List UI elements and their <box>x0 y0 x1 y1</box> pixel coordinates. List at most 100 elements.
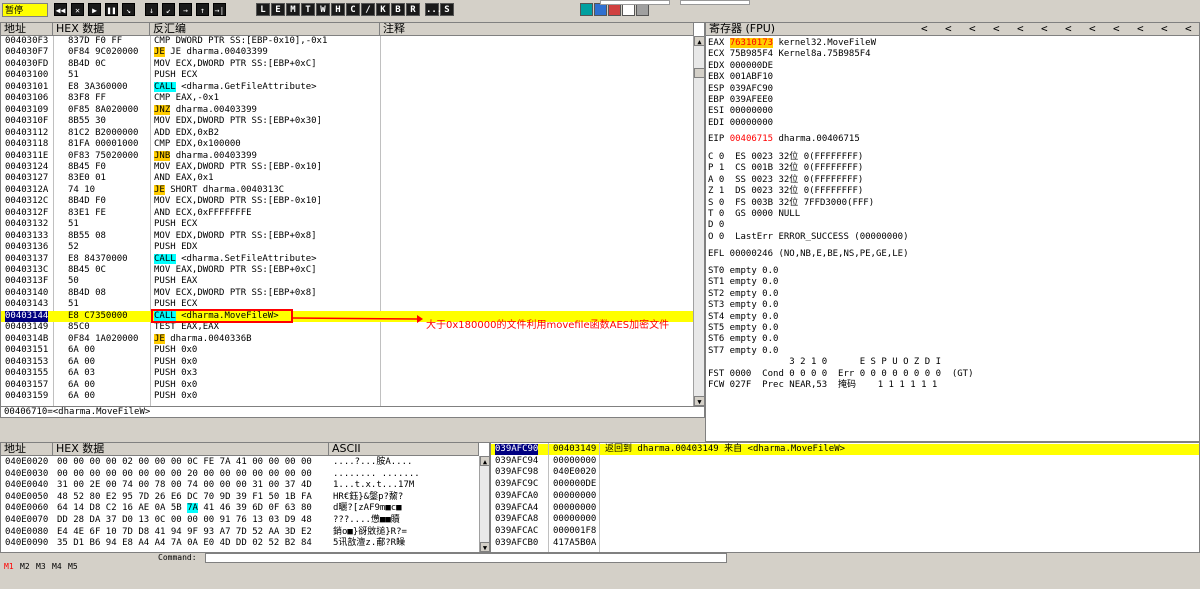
dump-byte[interactable]: 00 <box>57 457 68 467</box>
disasm-row[interactable]: 0040312F 83E1 FE AND ECX,0xFFFFFFFE <box>1 208 693 219</box>
debug-button[interactable]: ↘ <box>122 3 135 16</box>
dump-byte[interactable]: E8 <box>122 538 133 548</box>
nav-arrow-button[interactable]: < <box>921 23 928 35</box>
register-value[interactable]: 00000000 <box>730 118 773 128</box>
fpu-register[interactable]: ST1 empty 0.0 <box>708 277 778 288</box>
flag-line[interactable]: S 0 FS 003B 32位 7FFD3000(FFF) <box>708 198 874 209</box>
debug-button[interactable]: ↑ <box>196 3 209 16</box>
stack-row[interactable]: 039AFCA8 00000000 <box>491 514 1199 525</box>
dump-byte[interactable]: AE <box>138 503 149 513</box>
dump-byte[interactable]: 46 <box>220 503 231 513</box>
window-button-12[interactable]: S <box>440 3 454 16</box>
fpu-register[interactable]: ST3 empty 0.0 <box>708 300 778 311</box>
dump-scrollbar[interactable]: ▲ ▼ <box>479 456 489 552</box>
dump-byte[interactable]: 00 <box>301 469 312 479</box>
dump-byte[interactable]: 41 <box>203 503 214 513</box>
dump-byte[interactable]: 91 <box>220 515 231 525</box>
register-esi[interactable]: ESI 00000000 <box>708 106 778 117</box>
dump-byte[interactable]: 4D <box>301 480 312 490</box>
register-value[interactable]: 001ABF10 <box>730 72 773 82</box>
scroll-down-arrow[interactable]: ▼ <box>694 396 704 406</box>
disasm-row[interactable]: 00403127 83E0 01 AND EAX,0x1 <box>1 173 693 184</box>
window-button-5[interactable]: H <box>331 3 345 16</box>
dump-byte[interactable]: A4 <box>155 538 166 548</box>
scroll-thumb[interactable] <box>694 68 704 78</box>
dump-byte[interactable]: E2 <box>106 492 117 502</box>
dump-byte[interactable]: 31 <box>57 480 68 490</box>
dump-byte[interactable]: 78 <box>155 480 166 490</box>
dump-row[interactable]: 040E0020 00 00 00 00 02 00 00 00 0C FE 7A… <box>1 457 479 468</box>
memory-tab-m2[interactable]: M2 <box>20 562 30 571</box>
dump-byte[interactable]: DD <box>236 538 247 548</box>
dump-byte[interactable]: 00 <box>203 469 214 479</box>
dump-byte[interactable]: 41 <box>236 457 247 467</box>
dump-byte[interactable]: 76 <box>236 515 247 525</box>
dump-byte[interactable]: 9D <box>220 492 231 502</box>
dump-byte[interactable]: B6 <box>90 538 101 548</box>
debug-button[interactable]: ↓ <box>145 3 158 16</box>
window-button-8[interactable]: K <box>376 3 390 16</box>
dump-byte[interactable]: D0 <box>122 515 133 525</box>
dump-byte[interactable]: 7D <box>236 527 247 537</box>
fpu-register[interactable]: ST6 empty 0.0 <box>708 334 778 345</box>
debug-button[interactable]: ❚❚ <box>105 3 118 16</box>
dump-byte[interactable]: 03 <box>268 515 279 525</box>
register-value[interactable]: 00000000 <box>730 106 773 116</box>
dump-byte[interactable]: 00 <box>171 457 182 467</box>
dump-byte[interactable]: 52 <box>252 527 263 537</box>
dump-byte[interactable]: 74 <box>187 480 198 490</box>
dump-byte[interactable]: 7A <box>171 538 182 548</box>
dump-byte[interactable]: D1 <box>73 538 84 548</box>
dump-row[interactable]: 040E0070 DD 28 DA 37 D0 13 0C 00 00 00 91… <box>1 515 479 526</box>
disasm-row[interactable]: 0040312C 8B4D F0 MOV ECX,DWORD PTR SS:[EBP… <box>1 196 693 207</box>
disasm-row[interactable]: 00403112 81C2 B2000000 ADD EDX,0xB2 <box>1 128 693 139</box>
dump-byte[interactable]: E2 <box>301 527 312 537</box>
disasm-row[interactable]: 00403157 6A 00 PUSH 0x0 <box>1 380 693 391</box>
dump-byte[interactable]: A7 <box>220 527 231 537</box>
window-button-7[interactable]: / <box>361 3 375 16</box>
flag-line[interactable]: D 0 <box>708 220 724 231</box>
register-esp[interactable]: ESP 039AFC90 <box>708 84 778 95</box>
disasm-row[interactable]: 00403143 51 PUSH ECX <box>1 299 693 310</box>
disasm-row[interactable]: 0040313F 50 PUSH EAX <box>1 276 693 287</box>
disasm-row[interactable]: 00403100 51 PUSH ECX <box>1 70 693 81</box>
disasm-row[interactable]: 00403140 8B4D 08 MOV ECX,DWORD PTR SS:[EBP… <box>1 288 693 299</box>
dump-byte[interactable]: 00 <box>203 480 214 490</box>
stack-row[interactable]: 039AFC94 00000000 <box>491 456 1199 467</box>
dump-row[interactable]: 040E0090 35 D1 B6 94 E8 A4 A4 7A 0A E0 4D… <box>1 538 479 549</box>
disasm-row[interactable]: 004030F3 837D F0 FF CMP DWORD PTR SS:[EBP-… <box>1 36 693 47</box>
dump-byte[interactable]: 28 <box>73 515 84 525</box>
dump-byte[interactable]: 20 <box>187 469 198 479</box>
dump-byte[interactable]: C2 <box>106 503 117 513</box>
dump-byte[interactable]: 00 <box>220 469 231 479</box>
dump-byte[interactable]: 00 <box>171 515 182 525</box>
stack-row[interactable]: 039AFC90 00403149 返回到 dharma.00403149 来自 <… <box>491 444 1199 456</box>
dump-byte[interactable]: 5B <box>171 503 182 513</box>
nav-arrow-button[interactable]: < <box>1113 23 1120 35</box>
dump-byte[interactable]: 2E <box>90 480 101 490</box>
dump-byte[interactable]: 00 <box>252 469 263 479</box>
dump-byte[interactable]: 4D <box>220 538 231 548</box>
dump-byte[interactable]: 00 <box>285 457 296 467</box>
dump-byte[interactable]: 50 <box>268 492 279 502</box>
dump-byte[interactable]: 63 <box>285 503 296 513</box>
dump-byte[interactable]: 6D <box>252 503 263 513</box>
fpu-register[interactable]: ST0 empty 0.0 <box>708 266 778 277</box>
memory-tab-m3[interactable]: M3 <box>36 562 46 571</box>
dump-byte[interactable]: 94 <box>106 538 117 548</box>
dump-byte[interactable]: 84 <box>301 538 312 548</box>
dump-byte[interactable]: 02 <box>122 457 133 467</box>
dump-byte[interactable]: 00 <box>220 480 231 490</box>
disasm-row[interactable]: 00403155 6A 03 PUSH 0x3 <box>1 368 693 379</box>
efl-line[interactable]: EFL 00000246 (NO,NB,E,BE,NS,PE,GE,LE) <box>708 249 908 260</box>
dump-byte[interactable]: 7D <box>138 492 149 502</box>
dump-byte[interactable]: 00 <box>106 457 117 467</box>
dump-row[interactable]: 040E0080 E4 4E 6F 10 7D D8 41 94 9F 93 A7… <box>1 527 479 538</box>
register-ebp[interactable]: EBP 039AFEE0 <box>708 95 778 106</box>
nav-arrow-button[interactable]: < <box>1137 23 1144 35</box>
nav-arrow-button[interactable]: < <box>1185 23 1192 35</box>
disasm-row[interactable]: 0040314B 0F84 1A020000 JE dharma.0040336B <box>1 333 693 345</box>
dump-byte[interactable]: 00 <box>252 457 263 467</box>
dump-byte[interactable]: E4 <box>57 527 68 537</box>
col-header-disasm[interactable]: 反汇编 <box>150 23 380 36</box>
